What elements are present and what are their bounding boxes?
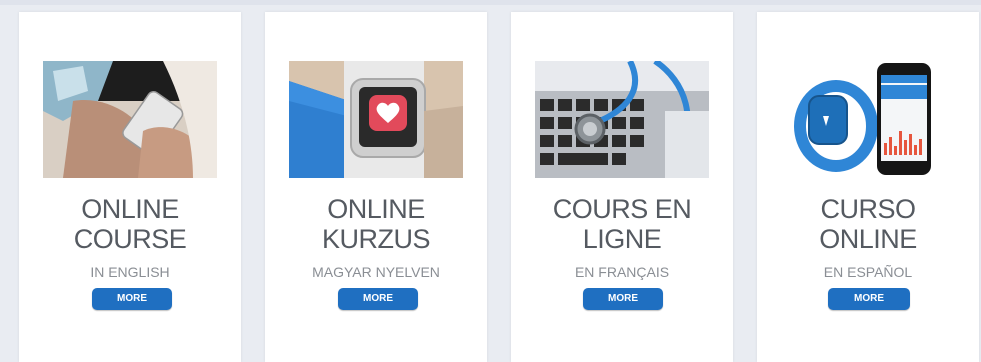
more-button[interactable]: MORE xyxy=(828,288,910,310)
course-cards: ONLINE COURSE IN ENGLISH MORE ONLINE KUR… xyxy=(0,12,981,362)
language-subtitle: IN ENGLISH xyxy=(90,264,170,280)
smartwatch-heart-image xyxy=(289,61,463,178)
more-button[interactable]: MORE xyxy=(583,288,663,310)
stethoscope-keyboard-image xyxy=(535,61,709,178)
fitness-band-phone-image xyxy=(781,61,955,178)
fitness-band-phone-illustration xyxy=(781,61,955,178)
more-button[interactable]: MORE xyxy=(92,288,172,310)
smartwatch-heart-illustration xyxy=(289,61,463,178)
hands-smartphone-illustration xyxy=(43,61,217,178)
language-subtitle: EN FRANÇAIS xyxy=(574,264,670,280)
course-card-spanish: CURSO ONLINE EN ESPAÑOL MORE xyxy=(757,12,979,362)
title-line-2: KURZUS xyxy=(321,224,431,254)
course-title: COURS EN LIGNE xyxy=(511,194,733,254)
hands-smartphone-image xyxy=(43,61,217,178)
title-line-1: COURS EN xyxy=(552,194,692,224)
title-line-2: ONLINE xyxy=(819,224,917,254)
title-line-2: LIGNE xyxy=(582,224,662,254)
course-card-hungarian: ONLINE KURZUS MAGYAR NYELVEN MORE xyxy=(265,12,487,362)
course-card-english: ONLINE COURSE IN ENGLISH MORE xyxy=(19,12,241,362)
course-card-french: COURS EN LIGNE EN FRANÇAIS MORE xyxy=(511,12,733,362)
language-subtitle: EN ESPAÑOL xyxy=(823,264,913,280)
title-line-2: COURSE xyxy=(73,224,187,254)
title-line-1: ONLINE xyxy=(81,194,179,224)
language-subtitle: MAGYAR NYELVEN xyxy=(312,264,440,280)
more-button[interactable]: MORE xyxy=(338,288,418,310)
course-title: CURSO ONLINE xyxy=(757,194,979,254)
title-line-1: ONLINE xyxy=(327,194,425,224)
title-line-1: CURSO xyxy=(820,194,916,224)
course-title: ONLINE KURZUS xyxy=(265,194,487,254)
stethoscope-keyboard-illustration xyxy=(535,61,709,178)
top-divider xyxy=(0,0,981,5)
course-title: ONLINE COURSE xyxy=(19,194,241,254)
